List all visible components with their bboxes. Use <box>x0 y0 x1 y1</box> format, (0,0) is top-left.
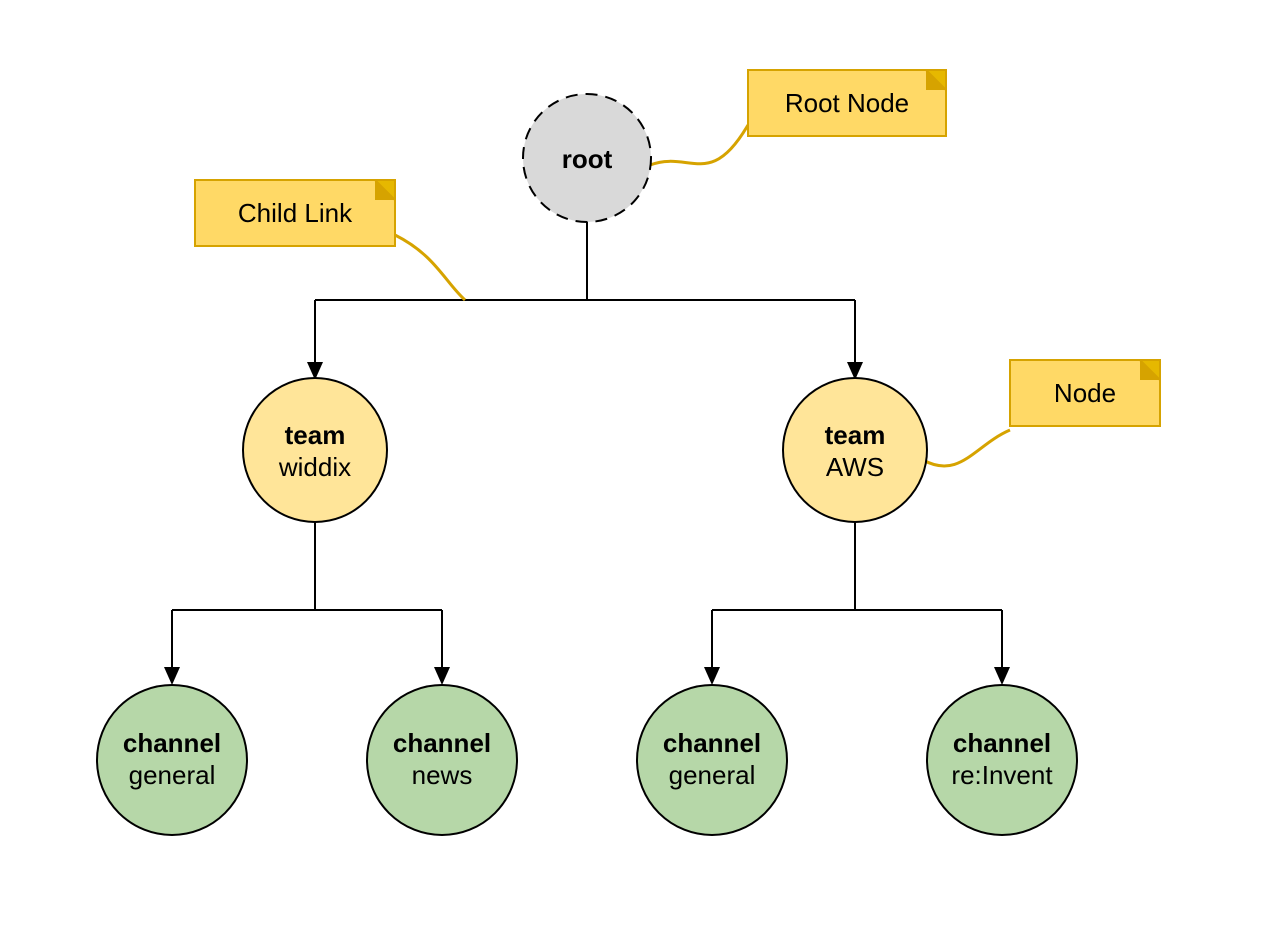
node-channel-news-name: news <box>412 760 473 790</box>
node-team-aws-name: AWS <box>826 452 884 482</box>
node-channel-widdix-general-name: general <box>129 760 216 790</box>
annotation-child-link: Child Link <box>195 180 395 246</box>
annotation-node-label: Node <box>1054 378 1116 408</box>
note-connector-child-link <box>395 235 465 300</box>
node-team-aws-type: team <box>825 420 886 450</box>
annotation-child-link-label: Child Link <box>238 198 353 228</box>
node-root-label: root <box>562 144 613 174</box>
node-channel-reinvent: channel re:Invent <box>927 685 1077 835</box>
tree-diagram: Root Node Child Link Node root team widd… <box>0 0 1275 938</box>
node-channel-news-type: channel <box>393 728 491 758</box>
node-team-aws: team AWS <box>783 378 927 522</box>
node-root: root <box>523 94 651 222</box>
edge-team-widdix-to-channels <box>164 522 450 685</box>
node-channel-widdix-general-type: channel <box>123 728 221 758</box>
node-channel-aws-general-name: general <box>669 760 756 790</box>
node-team-widdix-name: widdix <box>278 452 351 482</box>
node-channel-reinvent-name: re:Invent <box>951 760 1053 790</box>
annotation-root-node: Root Node <box>748 70 946 136</box>
node-channel-news: channel news <box>367 685 517 835</box>
node-channel-aws-general-type: channel <box>663 728 761 758</box>
note-connector-root <box>650 125 748 165</box>
node-team-widdix-type: team <box>285 420 346 450</box>
node-channel-reinvent-type: channel <box>953 728 1051 758</box>
note-connector-node <box>923 430 1010 466</box>
annotation-root-node-label: Root Node <box>785 88 909 118</box>
node-team-widdix: team widdix <box>243 378 387 522</box>
annotation-node: Node <box>1010 360 1160 426</box>
edge-team-aws-to-channels <box>704 522 1010 685</box>
node-channel-widdix-general: channel general <box>97 685 247 835</box>
node-channel-aws-general: channel general <box>637 685 787 835</box>
